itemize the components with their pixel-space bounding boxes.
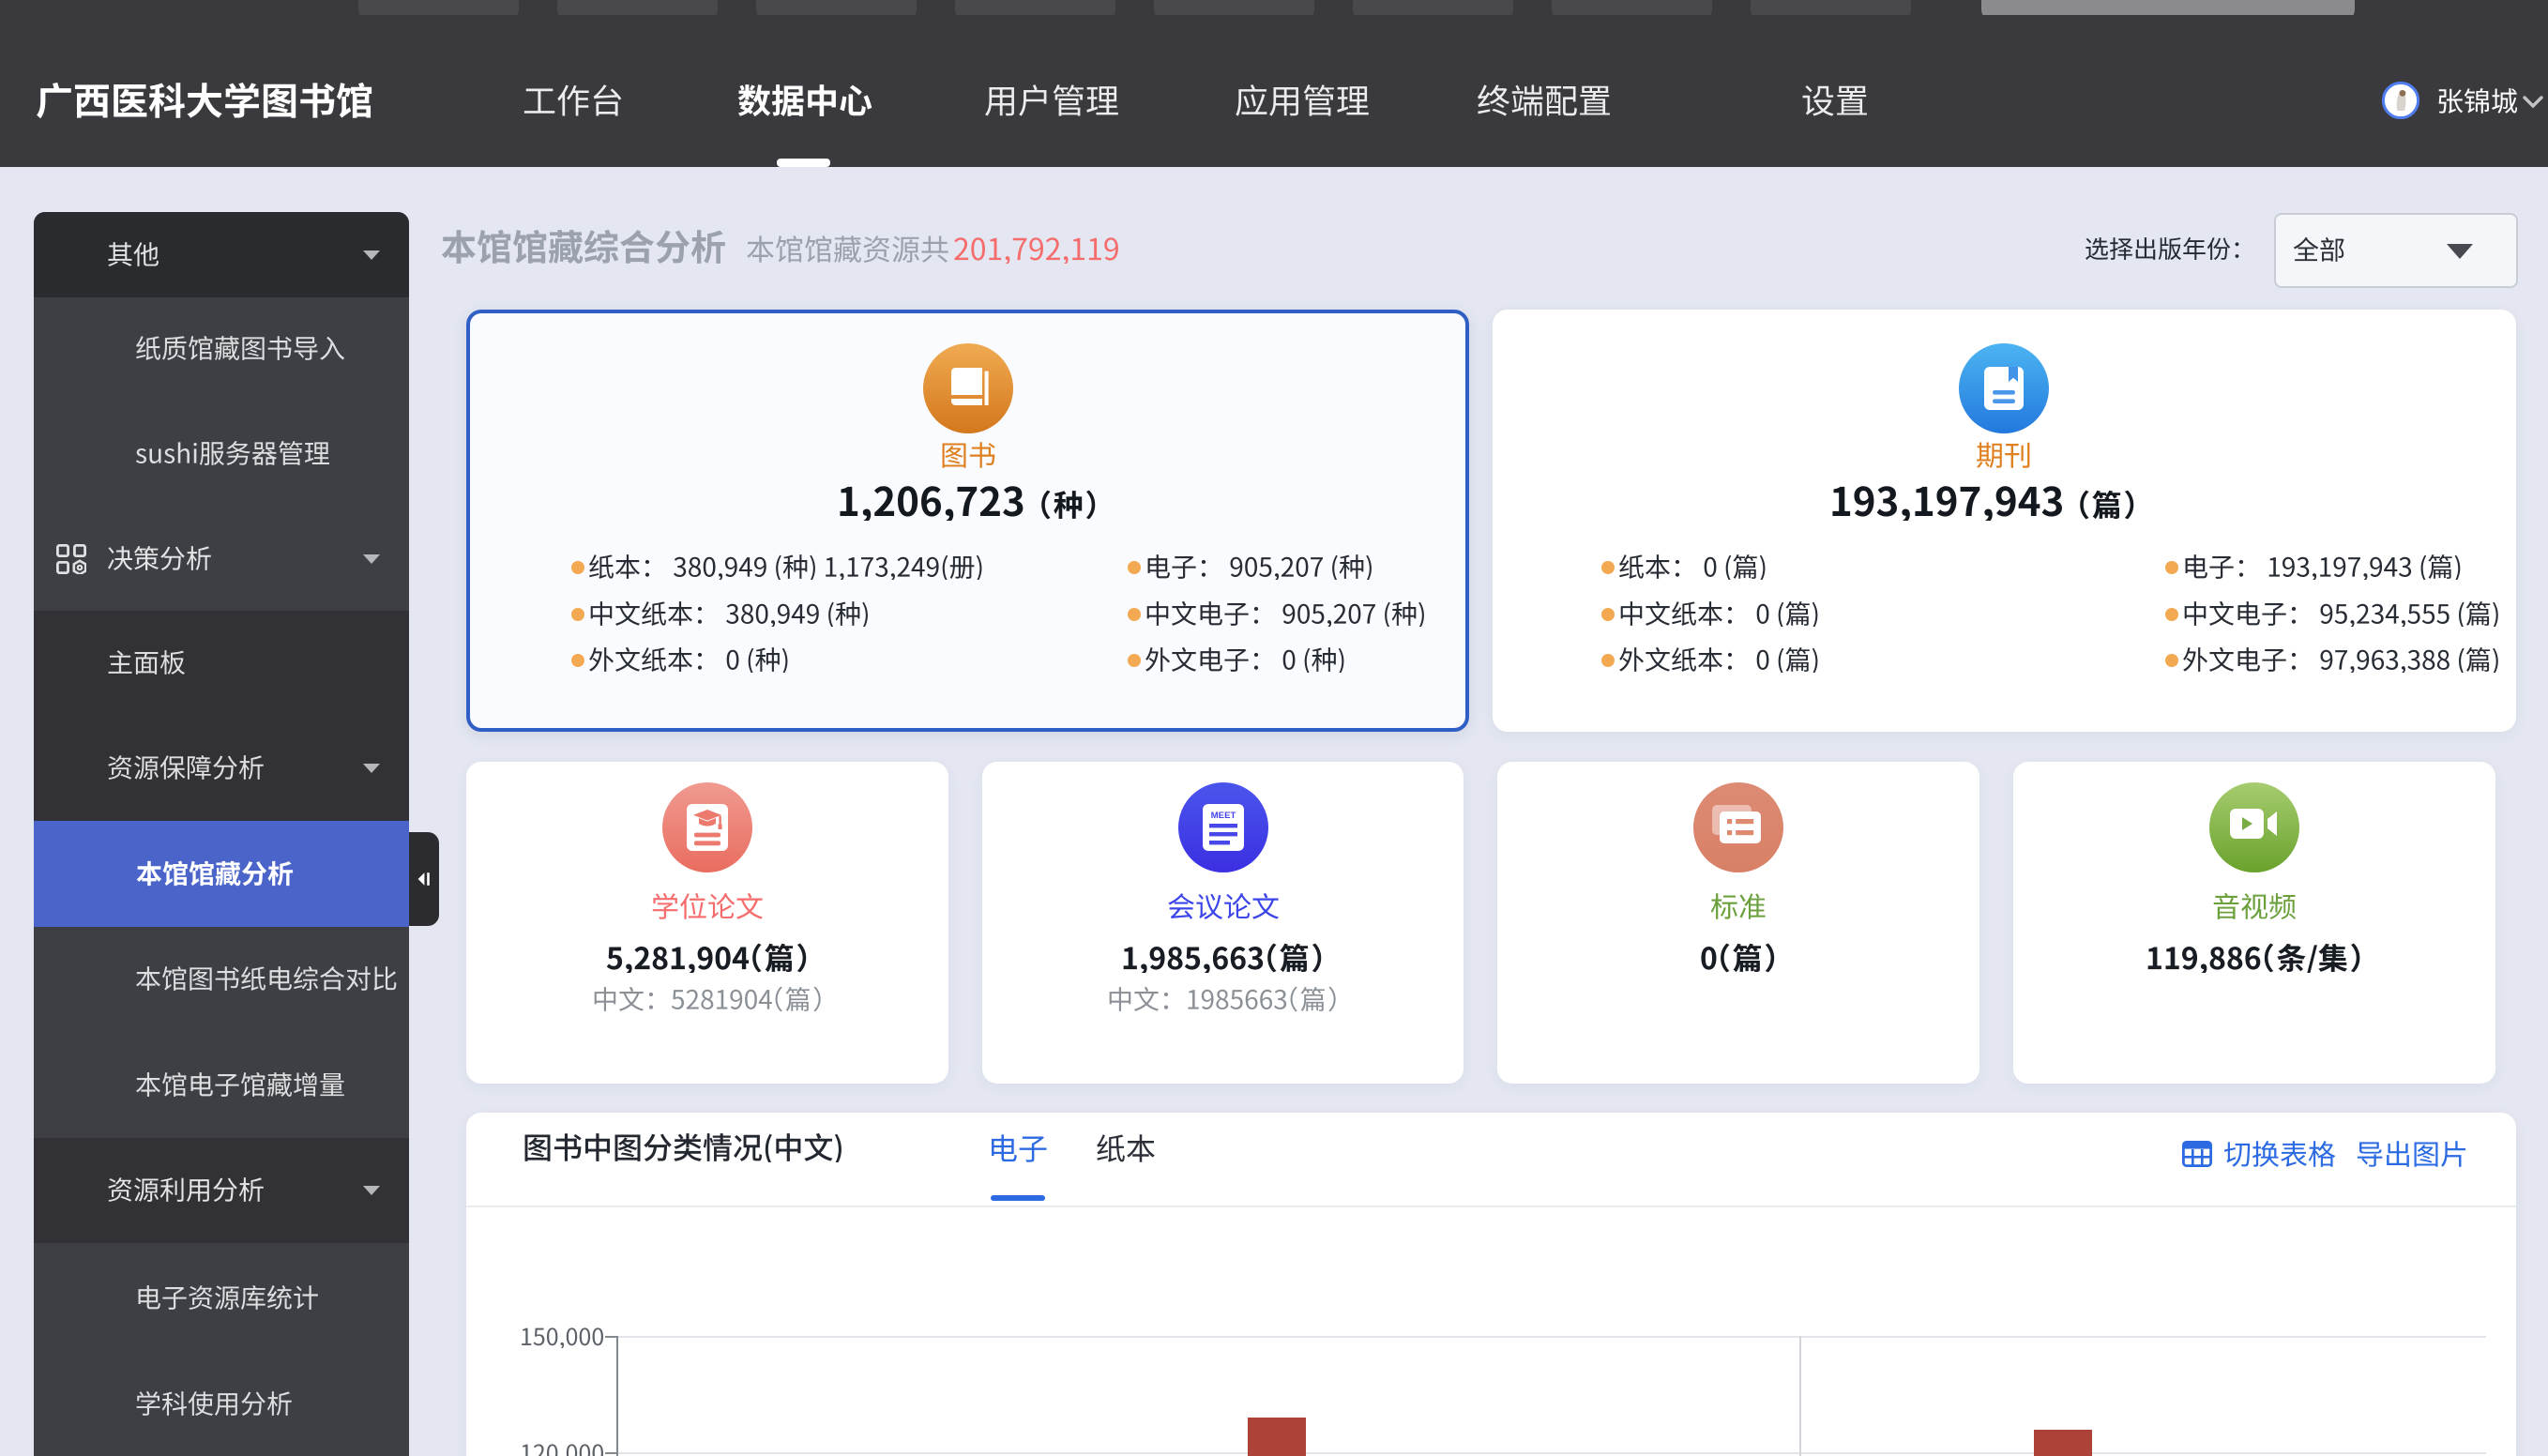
svg-text:MEET: MEET	[1210, 811, 1236, 821]
